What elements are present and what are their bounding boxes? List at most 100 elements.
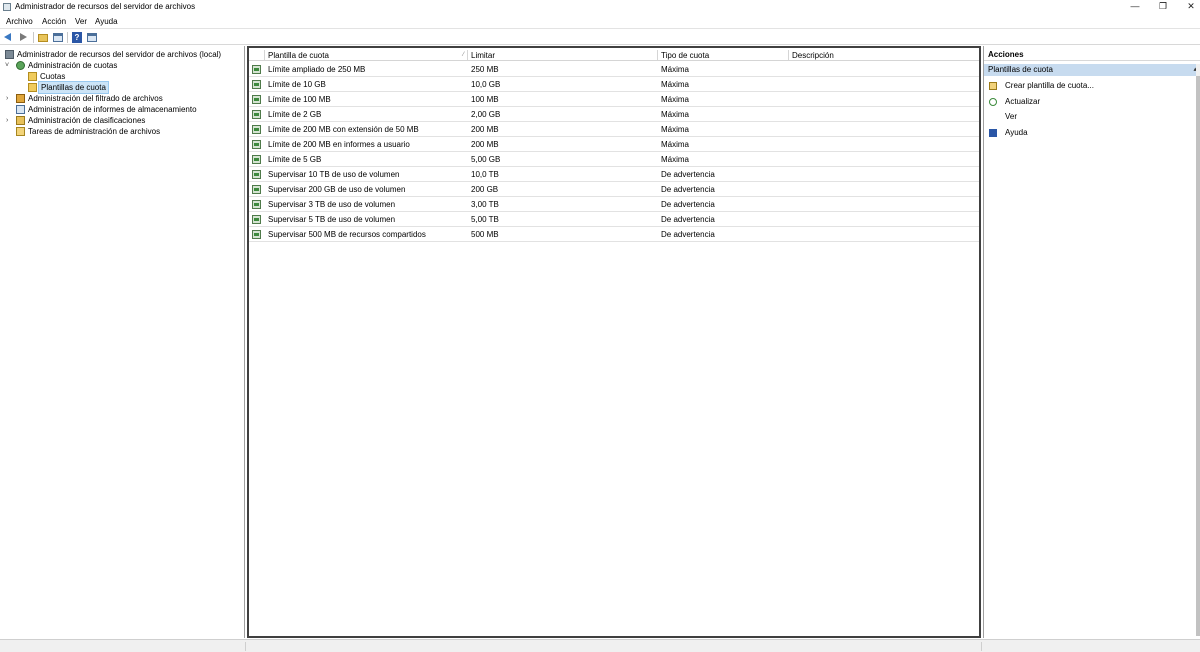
- cell-quota-type: Máxima: [661, 65, 690, 74]
- cell-quota-type: De advertencia: [661, 170, 715, 179]
- quota-template-icon: [252, 125, 261, 134]
- actions-scrollbar-thumb[interactable]: [1196, 76, 1200, 636]
- cell-quota-type: De advertencia: [661, 200, 715, 209]
- minimize-button[interactable]: —: [1120, 0, 1150, 14]
- cell-template-name: Límite de 5 GB: [268, 155, 322, 164]
- table-row[interactable]: Supervisar 200 GB de uso de volumen 200 G…: [249, 182, 979, 197]
- tree-item-label: Administrador de recursos del servidor d…: [17, 50, 222, 59]
- table-row[interactable]: Límite de 2 GB 2,00 GB Máxima: [249, 107, 979, 122]
- tree-item-label: Administración del filtrado de archivos: [28, 94, 163, 103]
- report-icon: [16, 105, 25, 114]
- table-row[interactable]: Límite de 10 GB 10,0 GB Máxima: [249, 77, 979, 92]
- chevron-right-icon[interactable]: ›: [6, 115, 14, 126]
- table-row[interactable]: Límite de 100 MB 100 MB Máxima: [249, 92, 979, 107]
- column-header-description[interactable]: Descripción: [789, 50, 979, 61]
- quota-template-icon: [252, 155, 261, 164]
- cell-limit: 500 MB: [471, 230, 499, 239]
- title-bar: Administrador de recursos del servidor d…: [0, 0, 1200, 14]
- cell-template-name: Supervisar 200 GB de uso de volumen: [268, 185, 406, 194]
- cell-quota-type: Máxima: [661, 140, 690, 149]
- cell-template-name: Límite de 2 GB: [268, 110, 322, 119]
- task-icon: [16, 127, 25, 136]
- quota-template-icon: [252, 80, 261, 89]
- cell-template-name: Supervisar 5 TB de uso de volumen: [268, 215, 396, 224]
- cell-limit: 5,00 GB: [471, 155, 501, 164]
- quota-template-icon: [252, 65, 261, 74]
- menu-ayuda[interactable]: Ayuda: [95, 17, 118, 26]
- menu-bar: Archivo Acción Ver Ayuda: [0, 15, 1200, 27]
- tree-item-label: Administración de clasificaciones: [28, 116, 146, 125]
- console-tree: Administrador de recursos del servidor d…: [0, 46, 245, 638]
- column-header-type[interactable]: Tipo de cuota: [658, 50, 789, 61]
- table-row[interactable]: Límite de 5 GB 5,00 GB Máxima: [249, 152, 979, 167]
- table-row[interactable]: Supervisar 3 TB de uso de volumen 3,00 TB…: [249, 197, 979, 212]
- table-row[interactable]: Supervisar 5 TB de uso de volumen 5,00 TB…: [249, 212, 979, 227]
- cell-limit: 2,00 GB: [471, 110, 501, 119]
- cell-template-name: Supervisar 3 TB de uso de volumen: [268, 200, 396, 209]
- quota-template-icon: [252, 185, 261, 194]
- chevron-down-icon[interactable]: ˅: [5, 60, 13, 71]
- menu-ver[interactable]: Ver: [75, 17, 87, 26]
- cell-template-name: Límite de 200 MB en informes a usuario: [268, 140, 410, 149]
- cell-limit: 5,00 TB: [471, 215, 499, 224]
- cell-limit: 250 MB: [471, 65, 499, 74]
- cell-quota-type: Máxima: [661, 110, 690, 119]
- back-arrow-icon[interactable]: [3, 32, 15, 43]
- table-row[interactable]: Límite de 200 MB con extensión de 50 MB 2…: [249, 122, 979, 137]
- cell-template-name: Límite de 100 MB: [268, 95, 331, 104]
- cell-limit: 3,00 TB: [471, 200, 499, 209]
- folder-up-icon[interactable]: [37, 32, 49, 43]
- column-header-template[interactable]: Plantilla de cuota ⁄: [265, 50, 468, 61]
- column-header-icon: [249, 50, 265, 61]
- list-header: Plantilla de cuota ⁄ Limitar Tipo de cuo…: [249, 50, 979, 61]
- quota-template-icon: [252, 200, 261, 209]
- filter-icon: [16, 94, 25, 103]
- table-row[interactable]: Supervisar 500 MB de recursos compartido…: [249, 227, 979, 242]
- column-header-limit[interactable]: Limitar: [468, 50, 658, 61]
- cell-quota-type: De advertencia: [661, 185, 715, 194]
- quota-template-icon: [252, 215, 261, 224]
- quota-template-icon: [252, 170, 261, 179]
- menu-accion[interactable]: Acción: [42, 17, 66, 26]
- restore-button[interactable]: ❐: [1148, 0, 1178, 14]
- toolbar: ?: [0, 28, 1200, 45]
- cell-quota-type: De advertencia: [661, 230, 715, 239]
- show-hide-actions-icon[interactable]: [86, 32, 98, 43]
- cell-template-name: Supervisar 500 MB de recursos compartido…: [268, 230, 426, 239]
- quota-template-icon: [252, 140, 261, 149]
- cell-limit: 10,0 TB: [471, 170, 499, 179]
- actions-section-quota-templates[interactable]: Plantillas de cuota ▴: [984, 64, 1200, 76]
- forward-arrow-icon[interactable]: [17, 32, 29, 43]
- show-hide-tree-icon[interactable]: [52, 32, 64, 43]
- toolbar-separator: [67, 32, 68, 43]
- tree-item-label: Administración de informes de almacenami…: [28, 105, 197, 114]
- chevron-right-icon[interactable]: ›: [6, 93, 14, 104]
- cell-template-name: Límite ampliado de 250 MB: [268, 65, 366, 74]
- refresh-icon: [989, 98, 997, 106]
- close-button[interactable]: ✕: [1176, 0, 1200, 14]
- sort-indicator-icon: ⁄: [462, 52, 464, 58]
- classification-icon: [16, 116, 25, 125]
- quota-template-icon: [252, 110, 261, 119]
- cell-limit: 100 MB: [471, 95, 499, 104]
- table-row[interactable]: Supervisar 10 TB de uso de volumen 10,0 T…: [249, 167, 979, 182]
- create-template-icon: [989, 82, 997, 90]
- cell-template-name: Límite de 10 GB: [268, 80, 326, 89]
- table-row[interactable]: Límite de 200 MB en informes a usuario 20…: [249, 137, 979, 152]
- folder-icon: [28, 83, 37, 92]
- cell-limit: 200 GB: [471, 185, 499, 194]
- cell-limit: 10,0 GB: [471, 80, 501, 89]
- help-icon[interactable]: ?: [71, 32, 83, 43]
- quota-template-icon: [252, 95, 261, 104]
- cell-quota-type: De advertencia: [661, 215, 715, 224]
- menu-archivo[interactable]: Archivo: [6, 17, 33, 26]
- tree-item-label: Tareas de administración de archivos: [28, 127, 161, 136]
- window-title: Administrador de recursos del servidor d…: [15, 2, 196, 11]
- app-icon: [3, 3, 11, 11]
- cell-quota-type: Máxima: [661, 95, 690, 104]
- cell-template-name: Supervisar 10 TB de uso de volumen: [268, 170, 400, 179]
- actions-pane: Acciones Plantillas de cuota ▴ Crear pla…: [983, 46, 1200, 638]
- table-row[interactable]: Límite ampliado de 250 MB 250 MB Máxima: [249, 62, 979, 77]
- status-bar: [0, 639, 1200, 652]
- status-segment: [981, 642, 982, 651]
